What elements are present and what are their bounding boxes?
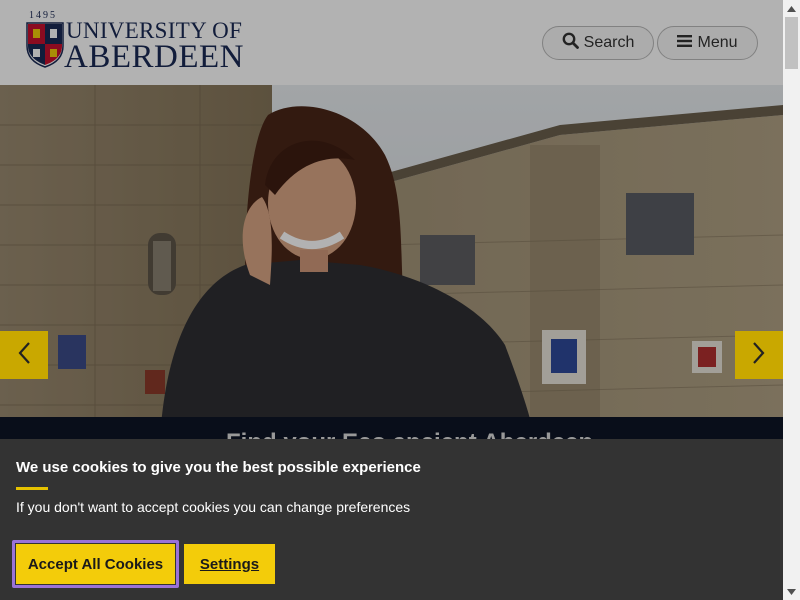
page-scrollbar[interactable] <box>783 0 800 600</box>
chevron-left-icon <box>17 341 31 370</box>
modal-dim-overlay <box>0 0 783 439</box>
scrollbar-thumb[interactable] <box>785 17 798 69</box>
cookie-banner-description: If you don't want to accept cookies you … <box>16 499 411 515</box>
carousel-next-button[interactable] <box>735 331 783 379</box>
cookie-banner: We use cookies to give you the best poss… <box>0 439 783 600</box>
title-underline-divider <box>16 487 48 490</box>
accept-all-cookies-button[interactable]: Accept All Cookies <box>16 544 175 584</box>
scroll-down-arrow-icon[interactable] <box>783 583 800 600</box>
cookie-settings-button[interactable]: Settings <box>184 544 275 584</box>
cookie-banner-title: We use cookies to give you the best poss… <box>16 459 421 476</box>
scroll-up-arrow-icon[interactable] <box>783 0 800 17</box>
carousel-prev-button[interactable] <box>0 331 48 379</box>
chevron-right-icon <box>752 341 766 370</box>
